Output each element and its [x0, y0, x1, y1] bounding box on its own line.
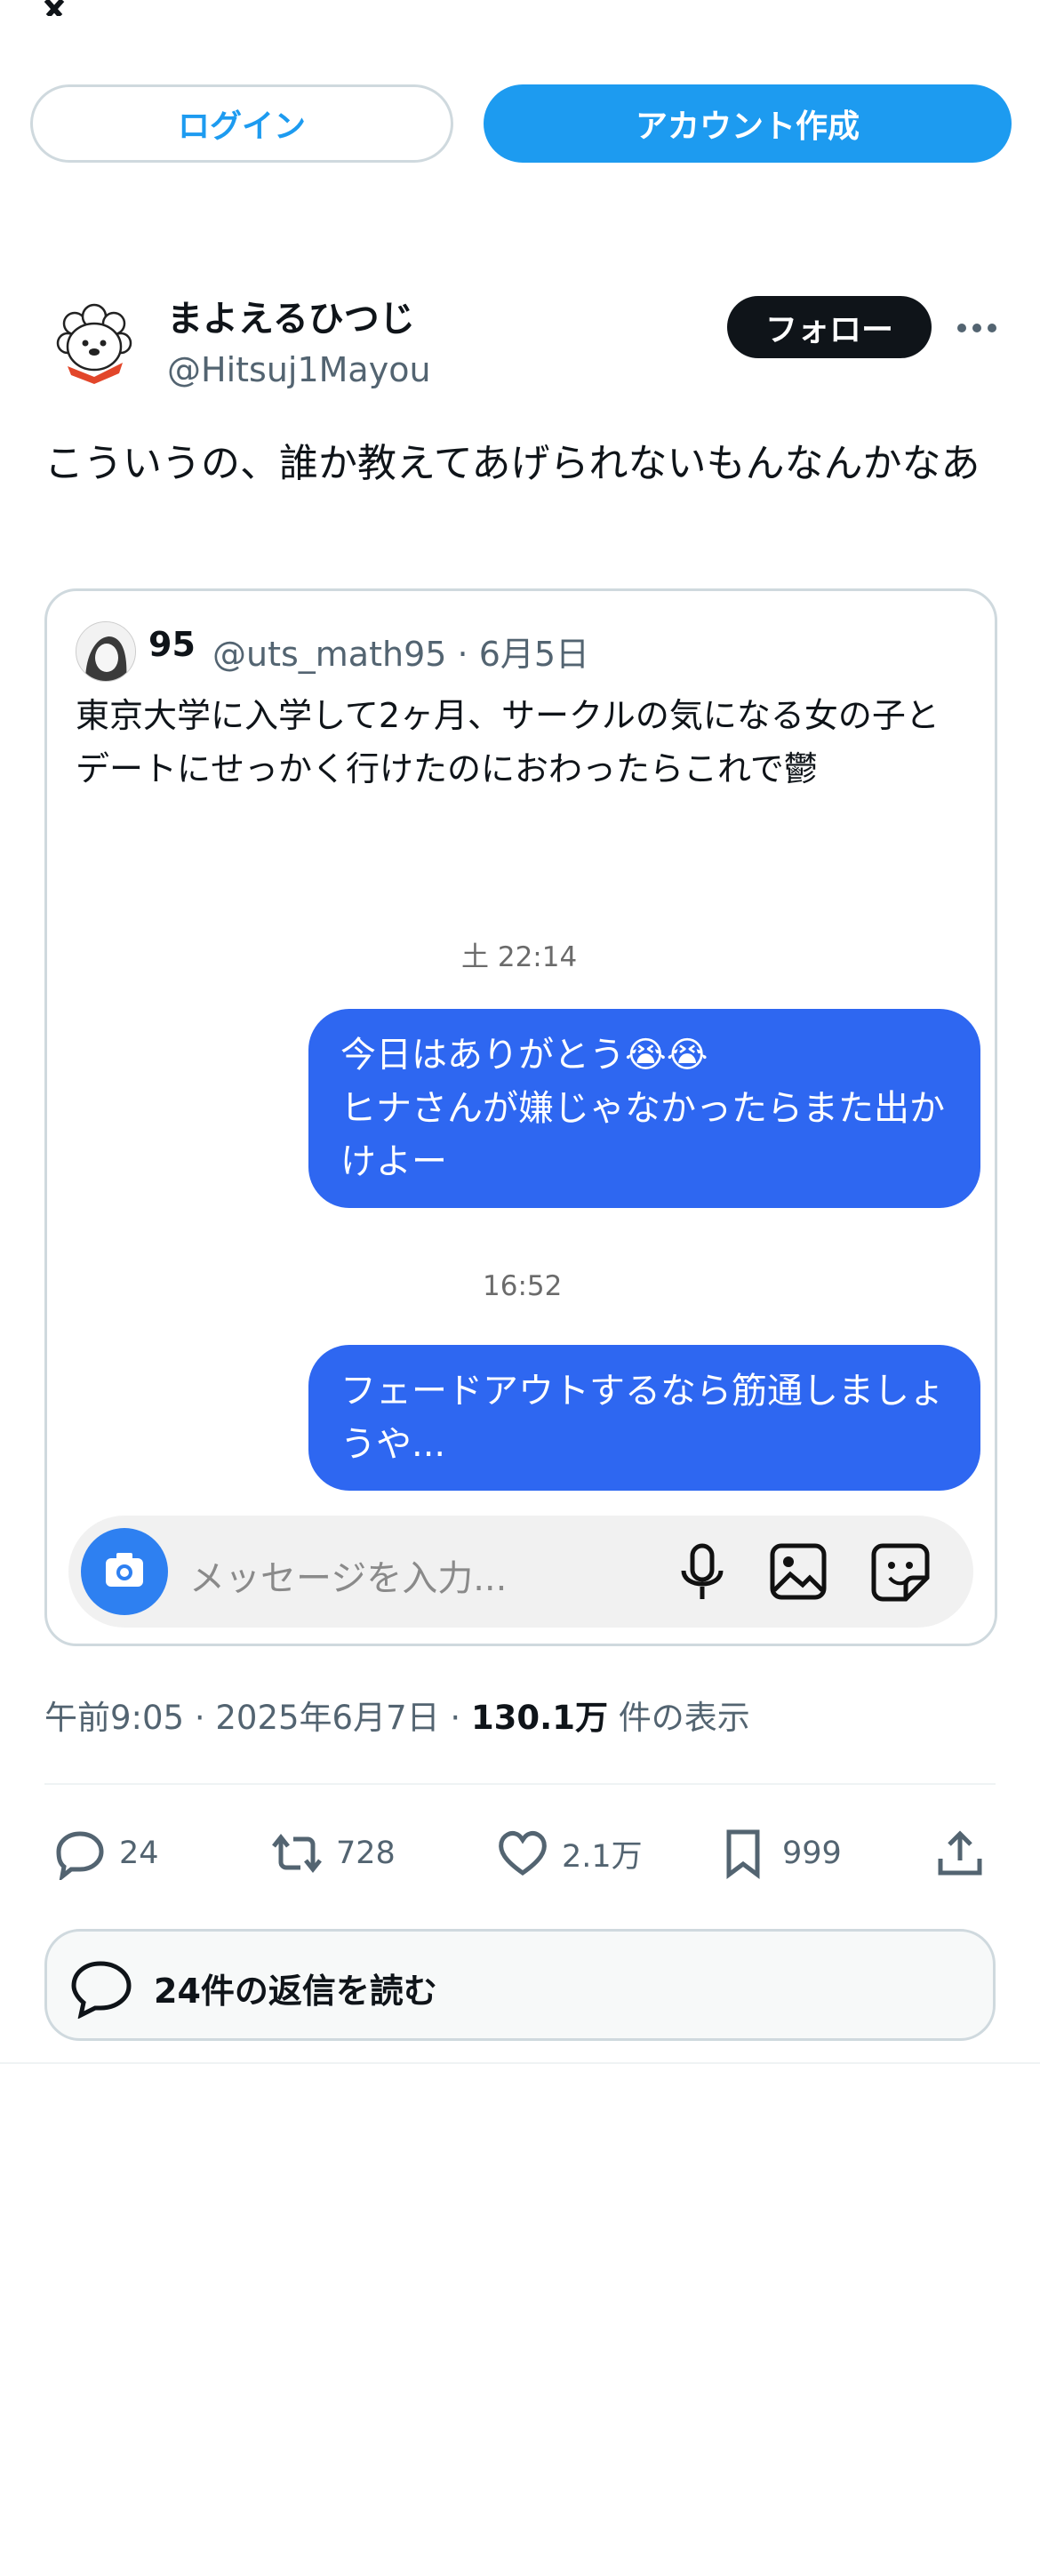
- post-time[interactable]: 午前9:05: [44, 1699, 184, 1737]
- quoted-handle: @uts_math95: [212, 635, 447, 674]
- image-icon: [770, 1543, 827, 1600]
- like-button[interactable]: 2.1万: [496, 1822, 643, 1884]
- sticker-icon: [871, 1543, 930, 1602]
- quoted-avatar-icon: [76, 622, 135, 681]
- create-account-button[interactable]: アカウント作成: [484, 84, 1012, 163]
- message-input-bar: メッセージを入力...: [68, 1516, 973, 1628]
- meta-separator: ·: [450, 1699, 471, 1737]
- user-handle[interactable]: @Hitsuj1Mayou: [167, 350, 431, 389]
- follow-button[interactable]: フォロー: [727, 296, 932, 358]
- like-count: 2.1万: [562, 1838, 643, 1875]
- chat-bubble-line: 今日はありがとう😭😭: [340, 1035, 708, 1076]
- quoted-post[interactable]: 95 @uts_math95 · 6月5日 東京大学に入学して2ヶ月、サークルの…: [44, 588, 997, 1646]
- divider: [0, 2062, 1040, 2064]
- chat-bubble-line: フェードアウトするなら筋通しましょうや...: [340, 1371, 945, 1465]
- meta-separator: ·: [457, 635, 479, 674]
- views-label: 件の表示: [618, 1699, 750, 1737]
- read-replies-label: 24件の返信を読む: [154, 1972, 437, 2011]
- more-options-icon[interactable]: [955, 315, 999, 341]
- repost-icon: [272, 1833, 322, 1874]
- reply-icon: [56, 1831, 104, 1880]
- post-page: ログイン アカウント作成 まよえるひつじ @Hitsuj1Mayou フォロー …: [0, 0, 1040, 2576]
- reply-count: 24: [119, 1836, 159, 1871]
- reply-bubble-icon: [71, 1961, 132, 2019]
- chat-bubble: 今日はありがとう😭😭 ヒナさんが嫌じゃなかったらまた出かけよー: [308, 1009, 980, 1208]
- avatar[interactable]: [48, 297, 140, 389]
- bookmark-count: 999: [782, 1836, 842, 1871]
- login-button[interactable]: ログイン: [30, 84, 453, 163]
- heart-icon: [499, 1831, 547, 1876]
- bookmark-icon: [726, 1829, 760, 1879]
- share-button[interactable]: [933, 1822, 987, 1884]
- post-timestamp: 午前9:05 · 2025年6月7日 · 130.1万 件の表示: [44, 1691, 750, 1739]
- x-logo-icon[interactable]: [43, 0, 105, 16]
- quoted-text: 東京大学に入学して2ヶ月、サークルの気になる女の子とデートにせっかく行けたのにお…: [76, 696, 940, 788]
- camera-button: [81, 1528, 168, 1615]
- quoted-meta: @uts_math95 · 6月5日: [212, 627, 589, 676]
- quoted-display-name: 95: [148, 625, 196, 664]
- repost-count: 728: [336, 1836, 396, 1871]
- sheep-avatar-icon: [48, 297, 140, 389]
- chat-timestamp: 土 22:14: [461, 941, 578, 973]
- message-placeholder: メッセージを入力...: [189, 1558, 508, 1599]
- meta-separator: ·: [194, 1699, 216, 1737]
- share-icon: [938, 1830, 982, 1876]
- bookmark-button[interactable]: 999: [716, 1822, 842, 1884]
- camera-icon: [106, 1553, 143, 1587]
- quoted-avatar: [76, 621, 136, 682]
- chat-bubble: フェードアウトするなら筋通しましょうや...: [308, 1345, 980, 1491]
- repost-button[interactable]: 728: [270, 1822, 396, 1884]
- views-count: 130.1万: [470, 1699, 608, 1737]
- read-replies-button[interactable]: 24件の返信を読む: [44, 1929, 996, 2041]
- post-text: こういうの、誰か教えてあげられないもんなんかなあ: [44, 441, 980, 486]
- post-date[interactable]: 2025年6月7日: [215, 1699, 439, 1737]
- chat-bubble-line: ヒナさんが嫌じゃなかったらまた出かけよー: [340, 1088, 945, 1182]
- display-name[interactable]: まよえるひつじ: [167, 290, 415, 341]
- chat-timestamp: 16:52: [483, 1270, 563, 1302]
- quoted-date: 6月5日: [478, 635, 590, 674]
- reply-button[interactable]: 24: [53, 1822, 159, 1884]
- divider: [44, 1783, 996, 1785]
- microphone-icon: [681, 1543, 724, 1599]
